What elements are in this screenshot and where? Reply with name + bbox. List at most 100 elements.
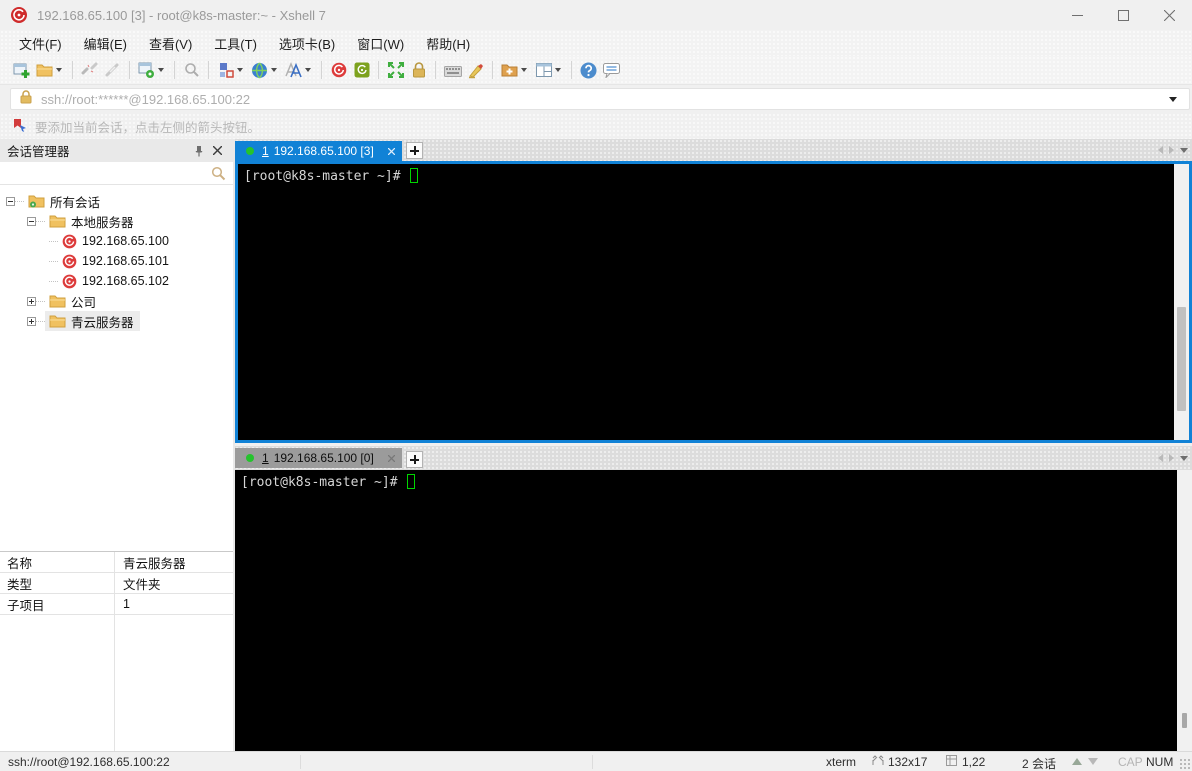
- tree-item-session-100[interactable]: 192.168.65.100: [0, 231, 233, 251]
- highlight-icon[interactable]: [464, 58, 487, 82]
- session-properties-dropdown-icon[interactable]: [158, 68, 164, 72]
- collapse-icon[interactable]: [6, 196, 15, 206]
- status-bar: ssh://root@192.168.65.100:22 xterm 132x1…: [0, 751, 1192, 771]
- tree-item-label: 192.168.65.101: [82, 254, 169, 268]
- window-title: 192.168.65.100 [3] - root@k8s-master:~ -…: [37, 7, 326, 23]
- terminal-pane-top: [root@k8s-master ~]#: [235, 161, 1192, 443]
- xftp-icon[interactable]: [350, 58, 373, 82]
- virtual-keyboard-icon[interactable]: [441, 58, 464, 82]
- address-dropdown-icon[interactable]: [1169, 96, 1177, 102]
- feedback-icon[interactable]: [600, 58, 623, 82]
- find-icon[interactable]: [180, 58, 203, 82]
- xshell-session-icon: [62, 274, 77, 289]
- tab-bar-bottom: 1 192.168.65.100 [0]: [235, 446, 1192, 470]
- tree-item-all-sessions[interactable]: 所有会话: [0, 191, 233, 211]
- toolbar-separator: [129, 61, 130, 79]
- pin-panel-icon[interactable]: [190, 142, 208, 160]
- session-properties-icon[interactable]: [135, 58, 158, 82]
- menu-tabs[interactable]: 选项卡(B): [268, 30, 346, 57]
- address-bar: ssh://root:******@192.168.65.100:22: [0, 85, 1192, 113]
- menu-help[interactable]: 帮助(H): [415, 30, 481, 57]
- maximize-button[interactable]: [1100, 0, 1146, 30]
- tree-item-session-101[interactable]: 192.168.65.101: [0, 251, 233, 271]
- menu-edit[interactable]: 编辑(E): [73, 30, 138, 57]
- expand-icon[interactable]: [27, 296, 36, 306]
- new-session-icon[interactable]: [10, 58, 33, 82]
- status-terminal-type: xterm: [826, 755, 856, 769]
- menu-window[interactable]: 窗口(W): [346, 30, 415, 57]
- tab-list-dropdown-icon[interactable]: [1180, 147, 1188, 153]
- search-icon[interactable]: [211, 166, 226, 186]
- menu-tools[interactable]: 工具(T): [203, 30, 268, 57]
- tab-list-dropdown-icon[interactable]: [1180, 455, 1188, 461]
- tab-index: 1: [262, 144, 269, 158]
- tab-scroll-left-icon[interactable]: [1158, 454, 1163, 462]
- tree-item-local-servers[interactable]: 本地服务器: [0, 211, 233, 231]
- encoding-globe-dropdown-icon[interactable]: [271, 68, 277, 72]
- tile-layout-dropdown-icon[interactable]: [555, 68, 561, 72]
- property-row: 子项目 1: [0, 594, 233, 615]
- menu-bar: 文件(F) 编辑(E) 查看(V) 工具(T) 选项卡(B) 窗口(W) 帮助(…: [0, 30, 1192, 56]
- tile-layout-icon[interactable]: [532, 58, 555, 82]
- open-session-dropdown-icon[interactable]: [56, 68, 62, 72]
- close-button[interactable]: [1146, 0, 1192, 30]
- compose-bar-dropdown-icon[interactable]: [237, 68, 243, 72]
- reconnect-icon[interactable]: [101, 58, 124, 82]
- compose-bar-icon[interactable]: [214, 58, 237, 82]
- close-panel-icon[interactable]: [208, 142, 226, 160]
- status-separator: [592, 755, 593, 769]
- new-file-icon[interactable]: [498, 58, 521, 82]
- scrollbar-thumb[interactable]: [1177, 307, 1186, 411]
- new-tab-button[interactable]: [405, 451, 423, 468]
- open-session-icon[interactable]: [33, 58, 56, 82]
- encoding-globe-icon[interactable]: [248, 58, 271, 82]
- menu-view[interactable]: 查看(V): [138, 30, 203, 57]
- terminal-bottom[interactable]: [root@k8s-master ~]#: [235, 470, 1177, 751]
- lock-screen-icon[interactable]: [407, 58, 430, 82]
- toolbar-separator: [321, 61, 322, 79]
- toolbar-separator: [571, 61, 572, 79]
- new-file-dropdown-icon[interactable]: [521, 68, 527, 72]
- font-dropdown-icon[interactable]: [305, 68, 311, 72]
- new-tab-button[interactable]: [405, 142, 423, 159]
- tree-item-session-102[interactable]: 192.168.65.102: [0, 271, 233, 291]
- expand-icon[interactable]: [27, 316, 36, 326]
- disconnect-icon[interactable]: [78, 58, 101, 82]
- help-icon[interactable]: [577, 58, 600, 82]
- prompt: [root@k8s-master ~]#: [244, 169, 409, 184]
- tab-close-icon[interactable]: [387, 147, 395, 155]
- status-caps-lock: CAP: [1118, 755, 1143, 769]
- collapse-icon[interactable]: [27, 216, 36, 226]
- session-search-input[interactable]: [0, 162, 233, 184]
- terminal-top[interactable]: [root@k8s-master ~]#: [238, 164, 1174, 440]
- address-field[interactable]: ssh://root:******@192.168.65.100:22: [10, 88, 1190, 110]
- menu-file[interactable]: 文件(F): [8, 30, 73, 57]
- session-manager-title: 会话管理器: [7, 145, 70, 159]
- folder-all-sessions-icon: [28, 194, 45, 208]
- cursor-position-icon: [946, 755, 957, 766]
- folder-icon: [49, 294, 66, 308]
- folder-icon: [49, 214, 66, 228]
- tab-close-icon[interactable]: [387, 454, 395, 462]
- scrollbar-thumb[interactable]: [1182, 713, 1187, 728]
- resize-grip[interactable]: [1179, 758, 1191, 770]
- fullscreen-icon[interactable]: [384, 58, 407, 82]
- terminal-scrollbar[interactable]: [1177, 470, 1192, 751]
- tree-item-label: 所有会话: [50, 195, 101, 210]
- tab-scroll-right-icon[interactable]: [1169, 454, 1174, 462]
- font-icon[interactable]: [282, 58, 305, 82]
- tree-item-company[interactable]: 公司: [0, 291, 233, 311]
- xshell-icon[interactable]: [327, 58, 350, 82]
- info-bar: 要添加当前会话，点击左侧的箭头按钮。: [0, 113, 1192, 139]
- status-connection: ssh://root@192.168.65.100:22: [8, 755, 170, 769]
- tab-session-top[interactable]: 1 192.168.65.100 [3]: [235, 141, 402, 161]
- tree-item-qingyun-servers[interactable]: 青云服务器: [0, 311, 233, 331]
- terminal-scrollbar[interactable]: [1174, 164, 1189, 440]
- tab-session-bottom[interactable]: 1 192.168.65.100 [0]: [235, 448, 402, 468]
- connected-dot-icon: [246, 454, 254, 462]
- minimize-button[interactable]: [1054, 0, 1100, 30]
- tree-connector: [49, 240, 58, 242]
- session-manager-panel: 会话管理器 所有会话 本地服务器 192.168.65.100 192.168.…: [0, 139, 233, 751]
- tab-scroll-left-icon[interactable]: [1158, 146, 1163, 154]
- tab-scroll-right-icon[interactable]: [1169, 146, 1174, 154]
